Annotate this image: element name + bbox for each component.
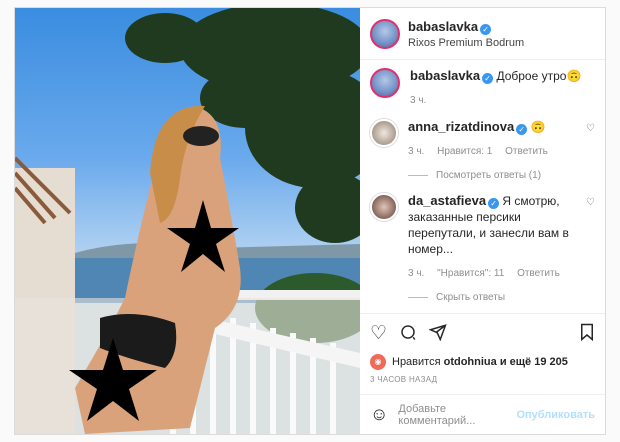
verified-icon: ✓ xyxy=(488,198,500,209)
comment-input[interactable]: Добавьте комментарий... xyxy=(398,403,516,427)
comment: da_astafieva ✓ Я смотрю, заказанные перси… xyxy=(370,193,595,282)
post-location[interactable]: Rixos Premium Bodrum xyxy=(408,37,524,49)
comment-like-icon[interactable]: ♡ xyxy=(581,123,595,160)
heart-icon[interactable]: ♡ xyxy=(370,324,387,343)
avatar[interactable] xyxy=(370,119,398,147)
comment-like-icon[interactable]: ♡ xyxy=(581,197,595,282)
comment-likes[interactable]: Нравится: 1 xyxy=(437,146,492,157)
comment: anna_rizatdinova ✓ 🙃 3 ч. Нравится: 1 Отв… xyxy=(370,119,595,160)
bookmark-icon[interactable] xyxy=(579,323,595,345)
comment-likes[interactable]: "Нравится": 11 xyxy=(437,268,504,279)
verified-icon: ✓ xyxy=(482,73,494,84)
liker-username[interactable]: otdohniua xyxy=(444,356,497,368)
publish-button[interactable]: Опубликовать xyxy=(516,409,595,421)
comment-username[interactable]: anna_rizatdinova xyxy=(408,119,514,134)
emoji-icon[interactable]: ☺ xyxy=(370,404,388,425)
reply-button[interactable]: Ответить xyxy=(505,146,548,157)
hide-replies-button[interactable]: Скрыть ответы xyxy=(408,292,595,303)
photo-illustration xyxy=(15,8,360,434)
likes-count[interactable]: и ещё 19 205 xyxy=(500,356,568,368)
comment-text: Доброе утро🙃 xyxy=(496,69,582,83)
post-header: babaslavka ✓ Rixos Premium Bodrum xyxy=(360,8,605,60)
post-modal: babaslavka ✓ Rixos Premium Bodrum babasla… xyxy=(14,7,606,435)
comment-time: 3 ч. xyxy=(408,268,425,279)
comment-time: 3 ч. xyxy=(408,146,425,157)
post-author-username[interactable]: babaslavka xyxy=(408,19,478,34)
action-bar: ♡ xyxy=(360,313,605,353)
comment-username[interactable]: babaslavka xyxy=(410,68,480,83)
post-time[interactable]: 3 ЧАСОВ НАЗАД xyxy=(360,371,605,394)
view-replies-button[interactable]: Посмотреть ответы (1) xyxy=(408,170,595,181)
verified-icon: ✓ xyxy=(480,23,492,35)
share-icon[interactable] xyxy=(428,323,447,345)
post-photo[interactable] xyxy=(15,8,360,434)
comment-time: 3 ч. xyxy=(410,95,427,106)
caption: babaslavka ✓ Доброе утро🙃 3 ч. xyxy=(370,68,595,109)
comment-username[interactable]: da_astafieva xyxy=(408,193,486,208)
post-sidebar: babaslavka ✓ Rixos Premium Bodrum babasla… xyxy=(360,8,605,434)
verified-icon: ✓ xyxy=(516,124,528,135)
comment-icon[interactable] xyxy=(399,323,417,345)
avatar[interactable]: ◉ xyxy=(370,354,386,370)
likes-summary: ◉ Нравится otdohniua и ещё 19 205 xyxy=(360,353,605,371)
reply-button[interactable]: Ответить xyxy=(517,268,560,279)
avatar[interactable] xyxy=(370,18,400,49)
add-comment: ☺ Добавьте комментарий... Опубликовать xyxy=(360,394,605,434)
avatar[interactable] xyxy=(370,68,400,98)
comments-list[interactable]: babaslavka ✓ Доброе утро🙃 3 ч. anna_rizat… xyxy=(360,60,605,313)
likes-prefix: Нравится xyxy=(392,356,441,368)
avatar[interactable] xyxy=(370,193,398,221)
comment-text: 🙃 xyxy=(530,120,546,134)
